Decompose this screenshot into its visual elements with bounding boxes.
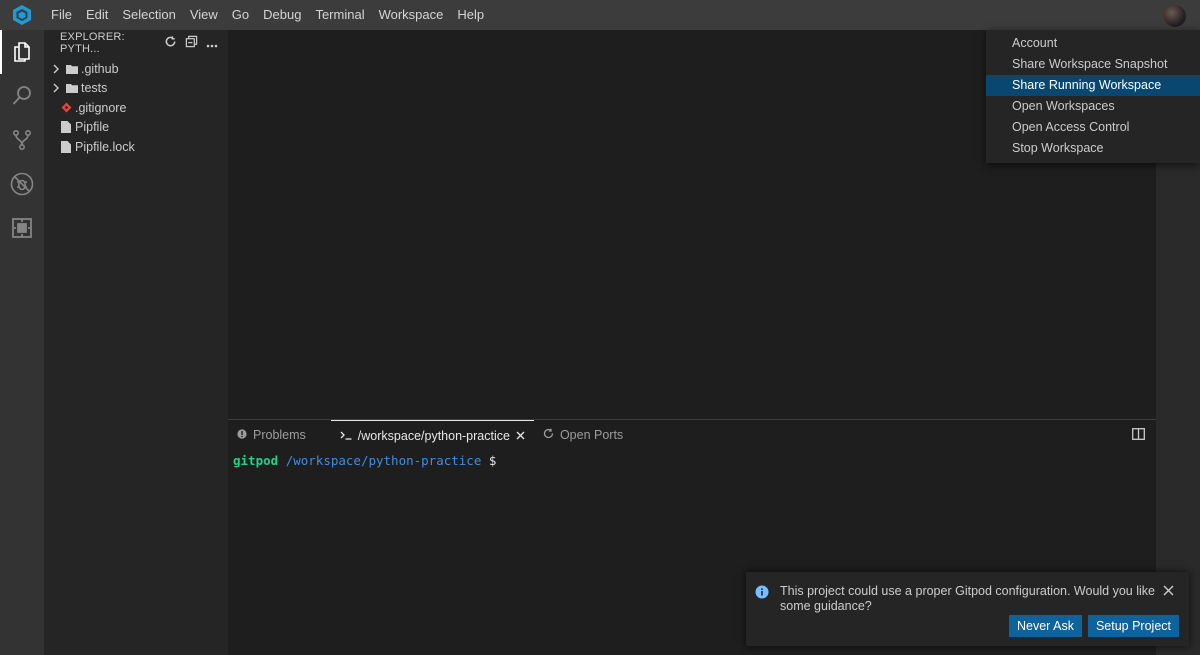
tab-label: /workspace/python-practice [357,428,510,443]
terminal-user: gitpod [233,453,279,468]
explorer-header: EXPLORER: PYTH... [44,30,228,56]
menu-edit[interactable]: Edit [79,0,115,30]
menu-file[interactable]: File [44,0,79,30]
close-icon[interactable] [1163,584,1177,598]
tree-label: tests [81,81,108,96]
activity-bar [0,30,44,655]
folder-icon [64,83,80,94]
close-tab-icon[interactable] [516,429,525,443]
extensions-icon[interactable] [0,206,44,250]
explorer-title: EXPLORER: PYTH... [60,31,125,55]
file-icon [58,121,74,134]
terminal-path: /workspace/python-practice [285,453,482,468]
terminal-icon [340,429,352,443]
menu-item-account[interactable]: Account [986,33,1200,54]
ports-icon [543,428,554,442]
setup-project-button[interactable]: Setup Project [1087,615,1179,637]
split-panel-icon[interactable] [1132,428,1146,442]
tree-file-gitignore[interactable]: .gitignore [44,98,228,118]
tree-folder-tests[interactable]: tests [44,79,228,99]
tab-terminal[interactable]: /workspace/python-practice [330,420,534,450]
menu-debug[interactable]: Debug [256,0,308,30]
gitpod-logo-icon[interactable] [0,0,44,30]
tab-label: Open Ports [559,428,624,442]
menu-item-stop-workspace[interactable]: Stop Workspace [986,138,1200,159]
file-tree: .github tests .gitignore Pipfile Pipfile… [44,59,228,157]
menu-item-access-control[interactable]: Open Access Control [986,117,1200,138]
info-icon [755,585,769,599]
notification-message: This project could use a proper Gitpod c… [780,584,1155,613]
menu-help[interactable]: Help [450,0,491,30]
file-icon [58,140,74,153]
tree-label: .gitignore [75,100,127,115]
menubar: File Edit Selection View Go Debug Termin… [0,0,1200,30]
tab-label: Problems [253,428,306,442]
notification-toast: This project could use a proper Gitpod c… [746,572,1189,646]
workspace-context-menu: Account Share Workspace Snapshot Share R… [986,30,1200,163]
more-actions-icon[interactable] [206,36,218,51]
debug-icon[interactable] [0,162,44,206]
tree-folder-github[interactable]: .github [44,59,228,79]
tree-label: Pipfile [75,120,110,135]
menu-item-open-workspaces[interactable]: Open Workspaces [986,96,1200,117]
menu-view[interactable]: View [183,0,225,30]
user-avatar[interactable] [1164,5,1186,27]
explorer-icon[interactable] [0,30,44,74]
chevron-right-icon [48,83,64,93]
chevron-right-icon [48,64,64,74]
terminal-prompt: $ [488,453,497,468]
never-ask-button[interactable]: Never Ask [1008,615,1082,637]
tree-label: Pipfile.lock [75,139,135,154]
tree-file-pipfile[interactable]: Pipfile [44,118,228,138]
menu-terminal[interactable]: Terminal [308,0,371,30]
tree-label: .github [81,61,119,76]
problems-icon [237,428,247,442]
collapse-all-icon[interactable] [185,35,198,51]
source-control-icon[interactable] [0,118,44,162]
menu-workspace[interactable]: Workspace [372,0,451,30]
folder-icon [64,64,80,74]
explorer-sidebar: EXPLORER: PYTH... .github tests .gitigno… [44,30,228,655]
panel-tabs: Problems /workspace/python-practice Open… [228,420,1156,450]
menu-go[interactable]: Go [225,0,256,30]
tab-problems[interactable]: Problems [228,420,315,450]
menu-selection[interactable]: Selection [115,0,182,30]
terminal-output[interactable]: gitpod /workspace/python-practice $ [228,450,1156,468]
menu-item-share-snapshot[interactable]: Share Workspace Snapshot [986,54,1200,75]
search-icon[interactable] [0,74,44,118]
git-file-icon [58,102,74,113]
refresh-icon[interactable] [164,35,177,51]
tree-file-pipfile-lock[interactable]: Pipfile.lock [44,137,228,157]
menu-item-share-running[interactable]: Share Running Workspace [986,75,1200,96]
tab-open-ports[interactable]: Open Ports [534,420,632,450]
